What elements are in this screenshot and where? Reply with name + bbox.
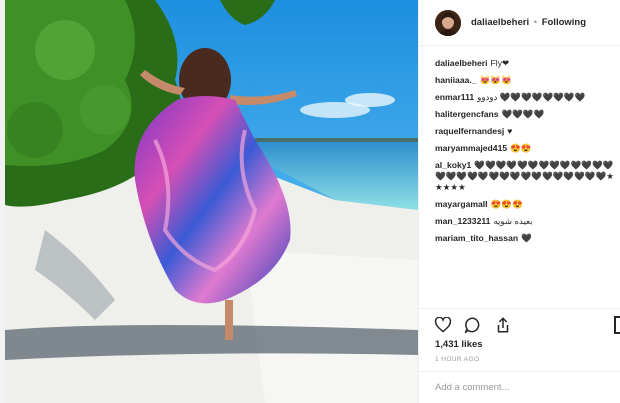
comment-item: enmar111 دودوو 🖤🖤🖤🖤🖤🖤🖤🖤 xyxy=(435,92,619,103)
comment-username[interactable]: maryammajed415 xyxy=(435,143,507,153)
post-username[interactable]: daliaelbeheri xyxy=(471,17,529,28)
comment-item: maryammajed415 😍😍 xyxy=(435,143,619,154)
avatar[interactable] xyxy=(435,9,461,36)
comment-username[interactable]: daliaelbeheri xyxy=(435,58,488,68)
comment-text: بعيده شويه xyxy=(493,216,533,226)
add-comment-bar xyxy=(419,371,620,403)
header-text: daliaelbeheri • Following xyxy=(471,17,586,28)
actions-divider xyxy=(419,308,620,309)
bookmark-icon[interactable] xyxy=(614,316,620,334)
comment-item: haniiaaa._ 😻😻😻 xyxy=(435,75,619,86)
comment-text: Fly❤ xyxy=(490,58,510,68)
following-button[interactable]: Following xyxy=(542,17,586,28)
comment-item: raquelfernandesj ♥ xyxy=(435,126,619,137)
header-separator: • xyxy=(533,17,538,28)
comments-list: daliaelbeheri Fly❤ haniiaaa._ 😻😻😻 enmar111… xyxy=(435,58,619,250)
share-arrow-icon[interactable] xyxy=(493,315,513,335)
comment-username[interactable]: haniiaaa._ xyxy=(435,75,477,85)
heart-outline-icon[interactable] xyxy=(433,315,453,335)
post-timestamp: 1 HOUR AGO xyxy=(435,356,480,363)
comment-username[interactable]: raquelfernandesj xyxy=(435,126,504,136)
comment-item: al_koky1 🖤🖤🖤🖤🖤🖤🖤🖤🖤🖤🖤🖤🖤🖤🖤🖤🖤🖤🖤🖤🖤🖤🖤🖤🖤🖤🖤🖤🖤★★★… xyxy=(435,160,619,193)
comment-item: halitergencfans 🖤🖤🖤🖤 xyxy=(435,109,619,120)
action-bar xyxy=(433,314,513,336)
post-side-panel: daliaelbeheri • Following daliaelbeheri F… xyxy=(418,0,620,403)
comment-item: mayargamall 😍😍😍 xyxy=(435,199,619,210)
post-photo[interactable] xyxy=(5,0,418,403)
add-comment-input[interactable] xyxy=(435,382,605,393)
comment-username[interactable]: al_koky1 xyxy=(435,160,471,170)
comment-text: 🖤🖤🖤🖤 xyxy=(501,109,545,119)
comment-item: daliaelbeheri Fly❤ xyxy=(435,58,619,69)
comment-text: 😻😻😻 xyxy=(479,75,512,85)
comment-username[interactable]: mariam_tito_hassan xyxy=(435,233,518,243)
comment-username[interactable]: mayargamall xyxy=(435,199,488,209)
comment-text: 🖤 xyxy=(521,233,532,243)
comment-item: man_1233211 بعيده شويه xyxy=(435,216,619,227)
comment-username[interactable]: man_1233211 xyxy=(435,216,490,226)
comment-bubble-icon[interactable] xyxy=(463,315,483,335)
comment-item: mariam_tito_hassan 🖤 xyxy=(435,233,619,244)
comment-username[interactable]: enmar111 xyxy=(435,92,474,102)
comment-text: ♥ xyxy=(507,126,513,136)
comment-text: دودوو 🖤🖤🖤🖤🖤🖤🖤🖤 xyxy=(477,92,586,102)
likes-count[interactable]: 1,431 likes xyxy=(435,339,483,350)
comment-text: 😍😍 xyxy=(510,143,532,153)
comment-username[interactable]: halitergencfans xyxy=(435,109,499,119)
post-header: daliaelbeheri • Following xyxy=(419,0,620,46)
comment-text: 😍😍😍 xyxy=(490,199,523,209)
